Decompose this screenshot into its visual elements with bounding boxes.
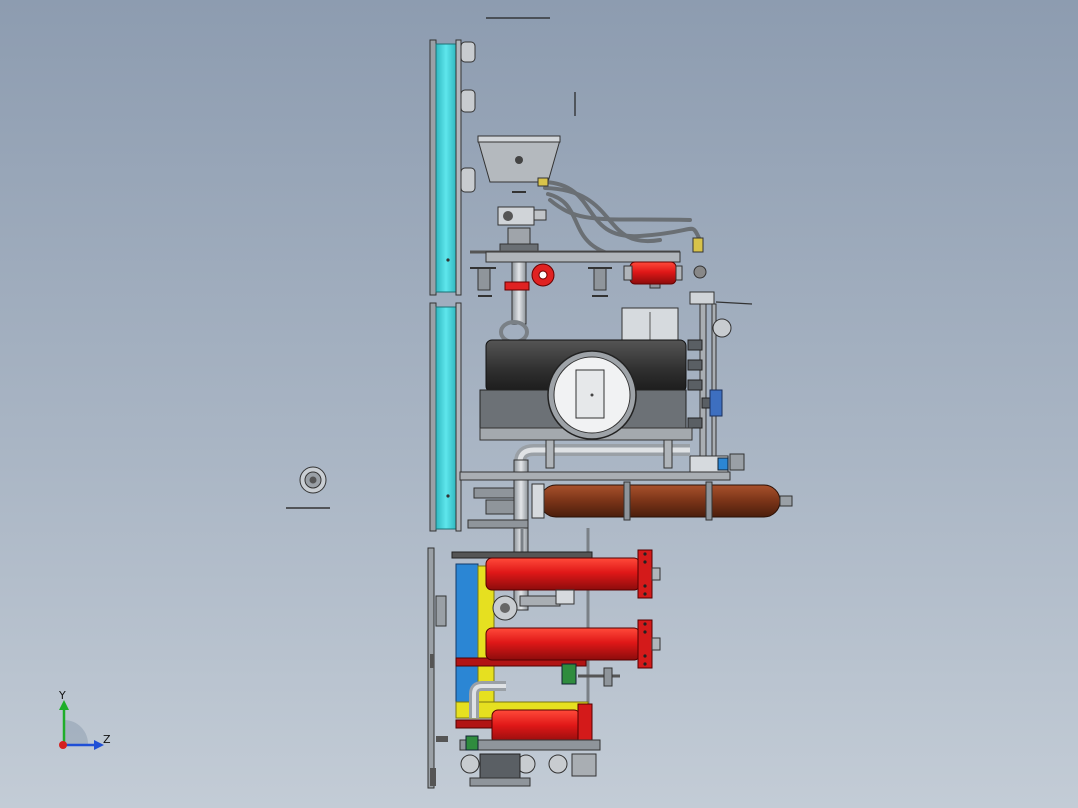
upper-panel[interactable] <box>429 39 476 296</box>
filter-cartridge[interactable] <box>623 261 707 285</box>
panel-fans <box>460 41 476 193</box>
instrument-column[interactable] <box>687 291 753 473</box>
hose-fitting <box>537 177 549 187</box>
hoses <box>543 180 702 260</box>
motor[interactable] <box>479 307 693 441</box>
bottom-valves[interactable] <box>459 735 601 787</box>
lower-panel[interactable] <box>429 302 462 532</box>
coordinate-triad: Y Z <box>58 689 111 750</box>
hose-fitting-right <box>692 237 704 253</box>
detached-fitting[interactable] <box>286 466 330 509</box>
receiver-tank[interactable] <box>531 481 793 521</box>
triad-z-label: Z <box>103 733 111 746</box>
assembly-drawing[interactable]: Y Z <box>0 0 1078 808</box>
triad-y-label: Y <box>58 689 66 702</box>
cad-viewport[interactable]: Y Z <box>0 0 1078 808</box>
